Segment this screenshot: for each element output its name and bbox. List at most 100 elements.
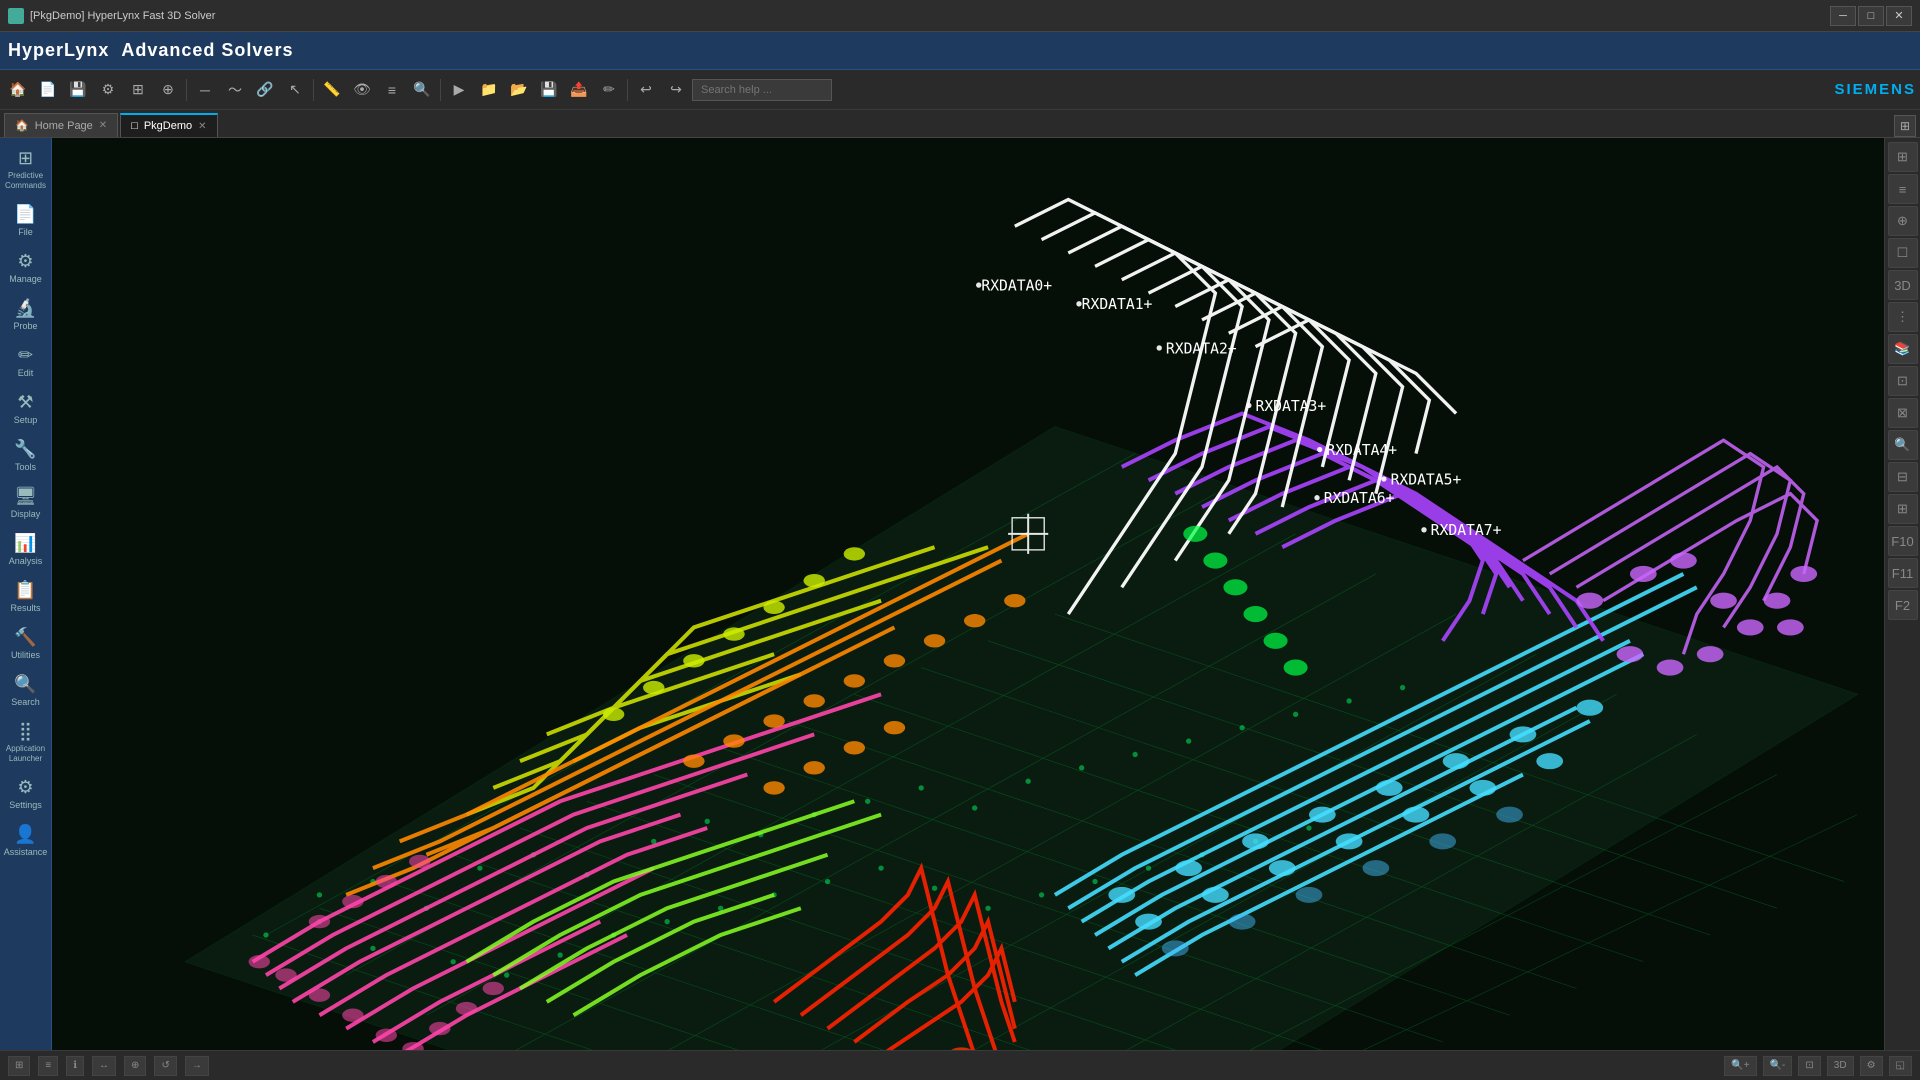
- tb-target-btn[interactable]: ⊕: [154, 76, 182, 104]
- tab-pkgdemo-close[interactable]: ✕: [198, 121, 206, 132]
- search-help-input[interactable]: [692, 79, 832, 101]
- minimize-button[interactable]: ─: [1830, 6, 1856, 26]
- sidebar-item-utilities[interactable]: 🔨 Utilities: [2, 621, 50, 666]
- close-button[interactable]: ✕: [1886, 6, 1912, 26]
- rs-btn-10[interactable]: 🔍: [1888, 430, 1918, 460]
- rs-btn-13[interactable]: F10: [1888, 526, 1918, 556]
- sidebar-item-tools-label: Tools: [15, 462, 36, 472]
- tb-folder-btn[interactable]: 📁: [475, 76, 503, 104]
- rs-btn-14[interactable]: F11: [1888, 558, 1918, 588]
- rs-btn-9[interactable]: ⊠: [1888, 398, 1918, 428]
- tb-zoom-btn[interactable]: 🔍: [408, 76, 436, 104]
- tb-redo-btn[interactable]: ↪: [662, 76, 690, 104]
- rs-btn-3[interactable]: ⊕: [1888, 206, 1918, 236]
- status-btn-fit[interactable]: ⊡: [1798, 1056, 1820, 1076]
- tb-net-btn[interactable]: 🔗: [251, 76, 279, 104]
- status-btn-zoom-out[interactable]: 🔍-: [1763, 1056, 1793, 1076]
- viewport[interactable]: RXDATA0+ RXDATA1+ RXDATA2+ RXDATA3+ RXDA…: [52, 138, 1884, 1050]
- status-bar: ⊞ ≡ ℹ ↔ ⊕ ↺ → 🔍+ 🔍- ⊡ 3D ⚙ ◱: [0, 1050, 1920, 1080]
- status-btn-expand[interactable]: ↔: [92, 1056, 116, 1076]
- tb-run-btn[interactable]: ▶: [445, 76, 473, 104]
- tb-line-btn[interactable]: ─: [191, 76, 219, 104]
- tb-grid-btn[interactable]: ⊞: [124, 76, 152, 104]
- sidebar-item-setup-label: Setup: [14, 415, 38, 425]
- tab-homepage-close[interactable]: ✕: [99, 120, 107, 131]
- sidebar-item-setup[interactable]: ⚒ Setup: [2, 386, 50, 431]
- tb-edit-btn[interactable]: ✏: [595, 76, 623, 104]
- rs-btn-15[interactable]: F2: [1888, 590, 1918, 620]
- tb-measure-btn[interactable]: 📏: [318, 76, 346, 104]
- sidebar-item-manage-label: Manage: [9, 274, 42, 284]
- sidebar-item-manage[interactable]: ⚙ Manage: [2, 245, 50, 290]
- title-bar-left: [PkgDemo] HyperLynx Fast 3D Solver: [8, 8, 215, 24]
- sidebar-item-settings[interactable]: ⚙ Settings: [2, 771, 50, 816]
- sidebar-item-search-label: Search: [11, 697, 40, 707]
- sidebar-item-search[interactable]: 🔍 Search: [2, 668, 50, 713]
- rs-btn-4[interactable]: ☐: [1888, 238, 1918, 268]
- rs-btn-1[interactable]: ⊞: [1888, 142, 1918, 172]
- status-btn-refresh[interactable]: ↺: [154, 1056, 176, 1076]
- tb-sep1: [186, 79, 187, 101]
- menu-bar: HyperLynx Advanced Solvers: [0, 32, 1920, 70]
- status-btn-grid[interactable]: ⊞: [8, 1056, 30, 1076]
- sidebar-item-file[interactable]: 📄 File: [2, 198, 50, 243]
- sidebar-item-results-label: Results: [10, 603, 40, 613]
- tab-pkgdemo[interactable]: □ PkgDemo ✕: [120, 113, 217, 137]
- sidebar-item-edit[interactable]: ✏ Edit: [2, 339, 50, 384]
- siemens-logo: SIEMENS: [1834, 81, 1916, 98]
- title-bar: [PkgDemo] HyperLynx Fast 3D Solver ─ □ ✕: [0, 0, 1920, 32]
- status-btn-box[interactable]: ◱: [1889, 1056, 1912, 1076]
- restore-button[interactable]: □: [1858, 6, 1884, 26]
- tb-undo-btn[interactable]: ↩: [632, 76, 660, 104]
- sidebar-item-display[interactable]: 🖥 Display: [2, 480, 50, 525]
- sidebar-item-probe[interactable]: 🔬 Probe: [2, 292, 50, 337]
- status-btn-info[interactable]: ℹ: [66, 1056, 84, 1076]
- tools-icon: 🔧: [14, 439, 36, 460]
- status-btn-plus[interactable]: ⊕: [124, 1056, 146, 1076]
- tb-folder2-btn[interactable]: 📂: [505, 76, 533, 104]
- sidebar-item-application-launcher[interactable]: ⣿ Application Launcher: [2, 715, 50, 769]
- status-btn-zoom-in[interactable]: 🔍+: [1724, 1056, 1756, 1076]
- tb-wave-btn[interactable]: 〜: [221, 76, 249, 104]
- sidebar-item-analysis[interactable]: 📊 Analysis: [2, 527, 50, 572]
- tb-home-btn[interactable]: 🏠: [4, 76, 32, 104]
- tb-open-btn[interactable]: 💾: [64, 76, 92, 104]
- expand-button[interactable]: ⊞: [1894, 115, 1916, 137]
- rs-btn-7[interactable]: 📚: [1888, 334, 1918, 364]
- rs-btn-2[interactable]: ≡: [1888, 174, 1918, 204]
- tb-cursor-btn[interactable]: ↖: [281, 76, 309, 104]
- status-btn-3d[interactable]: 3D: [1827, 1056, 1854, 1076]
- tab-homepage-label: Home Page: [35, 120, 93, 132]
- pcb-3d-scene: RXDATA0+ RXDATA1+ RXDATA2+ RXDATA3+ RXDA…: [52, 138, 1884, 1050]
- rs-btn-6[interactable]: ⋮: [1888, 302, 1918, 332]
- status-btn-list[interactable]: ≡: [38, 1056, 58, 1076]
- rs-btn-12[interactable]: ⊞: [1888, 494, 1918, 524]
- tab-homepage[interactable]: 🏠 Home Page ✕: [4, 113, 118, 137]
- tb-view-btn[interactable]: 👁: [348, 76, 376, 104]
- setup-icon: ⚒: [17, 392, 33, 413]
- tb-layers-btn[interactable]: ≡: [378, 76, 406, 104]
- rs-btn-8[interactable]: ⊡: [1888, 366, 1918, 396]
- tb-sep4: [627, 79, 628, 101]
- sidebar-item-tools[interactable]: 🔧 Tools: [2, 433, 50, 478]
- rs-btn-11[interactable]: ⊟: [1888, 462, 1918, 492]
- sidebar-item-results[interactable]: 📋 Results: [2, 574, 50, 619]
- sidebar-item-assistance-label: Assistance: [4, 847, 48, 857]
- tb-save-btn[interactable]: 💾: [535, 76, 563, 104]
- tb-new-btn[interactable]: 📄: [34, 76, 62, 104]
- sidebar-item-assistance[interactable]: 👤 Assistance: [2, 818, 50, 863]
- svg-text:RXDATA5+: RXDATA5+: [1391, 471, 1462, 488]
- analysis-icon: 📊: [14, 533, 36, 554]
- manage-icon: ⚙: [17, 251, 33, 272]
- sidebar-item-file-label: File: [18, 227, 33, 237]
- content-area[interactable]: RXDATA0+ RXDATA1+ RXDATA2+ RXDATA3+ RXDA…: [52, 138, 1884, 1050]
- status-btn-next[interactable]: →: [185, 1056, 209, 1076]
- tb-settings-btn[interactable]: ⚙: [94, 76, 122, 104]
- edit-icon: ✏: [18, 345, 33, 366]
- rs-btn-5[interactable]: 3D: [1888, 270, 1918, 300]
- tb-export-btn[interactable]: 📤: [565, 76, 593, 104]
- sidebar-item-predictive-commands[interactable]: ⊞ Predictive Commands: [2, 142, 50, 196]
- results-icon: 📋: [14, 580, 36, 601]
- status-btn-settings-small[interactable]: ⚙: [1860, 1056, 1883, 1076]
- file-icon: 📄: [14, 204, 36, 225]
